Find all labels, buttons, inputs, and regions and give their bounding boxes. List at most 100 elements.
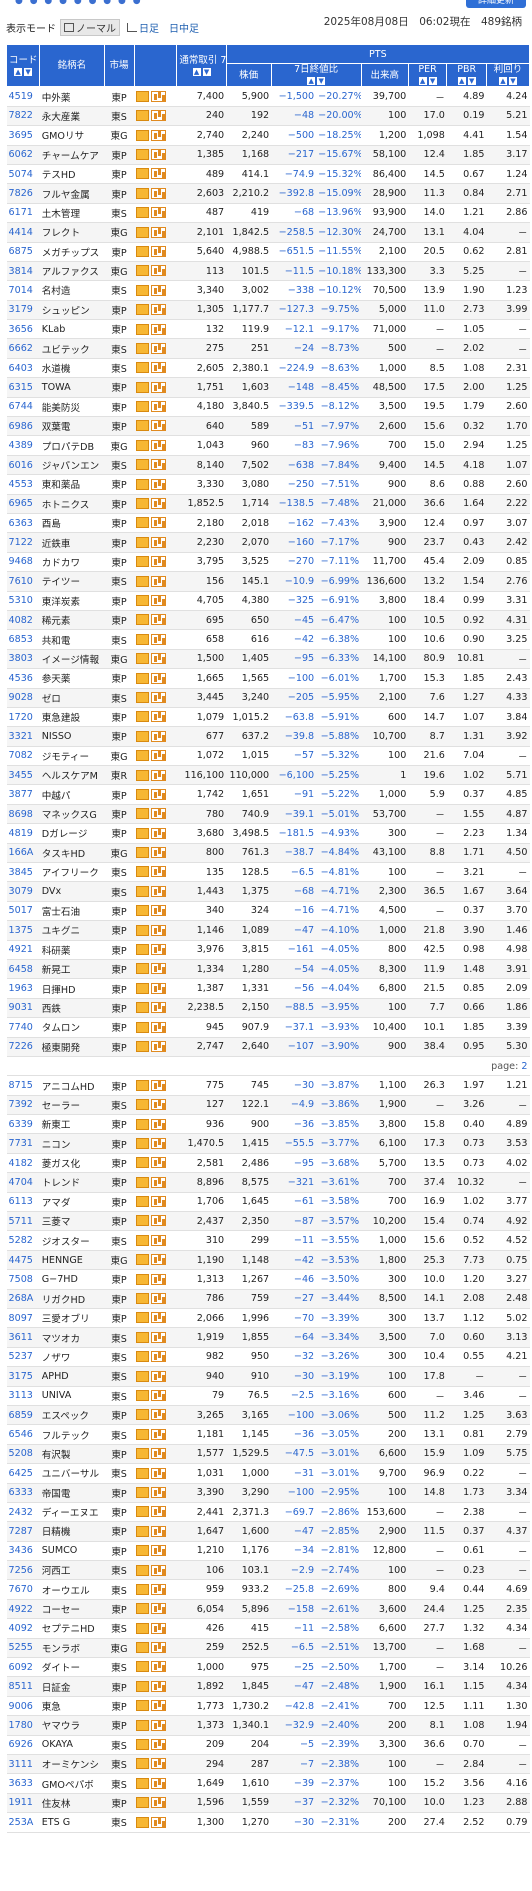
stock-code[interactable]: 8511 [6, 1676, 40, 1697]
table-row[interactable]: 7226 極東開発 東P 2,747 2,640 −107 −3.90% 900 38.4 0.9… [6, 1037, 530, 1057]
row-icons[interactable] [134, 145, 177, 165]
chart-icon[interactable] [151, 1040, 167, 1052]
stock-name[interactable]: フルテック [39, 1424, 105, 1445]
chart-icon[interactable] [151, 1700, 167, 1712]
stock-name[interactable]: 中外薬 [39, 86, 105, 107]
book-icon[interactable] [136, 1118, 150, 1130]
stock-name[interactable]: 東急 [39, 1696, 105, 1717]
stock-name[interactable]: 三菱マ [39, 1211, 105, 1232]
stock-code[interactable]: 3845 [6, 862, 40, 883]
book-icon[interactable] [136, 226, 150, 238]
stock-code[interactable]: 7610 [6, 571, 40, 592]
row-icons[interactable] [134, 1715, 177, 1736]
stock-name[interactable]: ユキグニ [39, 920, 105, 941]
table-row[interactable]: 4553 東和薬品 東P 3,330 3,080 −250 −7.51% 900 8.6 0.88… [6, 474, 530, 495]
stock-code[interactable]: 7508 [6, 1269, 40, 1290]
table-row[interactable]: 8698 マネックスG 東P 780 740.9 −39.1 −5.01% 53,700 － 1.… [6, 804, 530, 825]
stock-name[interactable]: 西鉄 [39, 998, 105, 1019]
book-icon[interactable] [136, 982, 150, 994]
book-icon[interactable] [136, 614, 150, 626]
stock-name[interactable]: コーセー [39, 1599, 105, 1620]
col-yield[interactable]: 利回り ▲ ▼ [486, 63, 530, 88]
chart-icon[interactable] [151, 439, 167, 451]
book-icon[interactable] [136, 1700, 150, 1712]
stock-code[interactable]: 4519 [6, 86, 40, 107]
stock-code[interactable]: 5711 [6, 1211, 40, 1232]
chart-icon[interactable] [151, 963, 167, 975]
chart-icon[interactable] [151, 149, 167, 160]
table-row[interactable]: 3455 ヘルスケアM 東R 116,100 110,000 −6,100 −5.25% 1 1… [6, 765, 530, 786]
stock-code[interactable]: 4704 [6, 1172, 40, 1193]
table-row[interactable]: 1720 東急建設 東P 1,079 1,015.2 −63.8 −5.91% 600 14.7… [6, 707, 530, 728]
book-icon[interactable] [136, 1467, 150, 1479]
stock-code[interactable]: 7740 [6, 1017, 40, 1038]
table-row[interactable]: 3111 オーミケンシ 東S 294 287 −7 −2.38% 100 － 2.84 － [6, 1754, 530, 1775]
table-row[interactable]: 166A タスキHD 東G 800 761.3 −38.7 −4.84% 43,100 8.8 1… [6, 843, 530, 864]
row-icons[interactable] [134, 571, 177, 592]
chart-icon[interactable] [151, 556, 167, 568]
book-icon[interactable] [136, 730, 150, 742]
stock-code[interactable]: 6339 [6, 1114, 40, 1135]
stock-name[interactable]: カドカワ [39, 552, 105, 573]
stock-name[interactable]: 三愛オブリ [39, 1308, 105, 1329]
stock-name[interactable]: テスHD [39, 164, 105, 185]
book-icon[interactable] [136, 905, 150, 917]
table-row[interactable]: 3611 マツオカ 東S 1,919 1,855 −64 −3.34% 3,500 7.0 0.6… [6, 1327, 530, 1348]
table-row[interactable]: 7670 オーウエル 東S 959 933.2 −25.8 −2.69% 800 9.4 0.44… [6, 1579, 530, 1600]
stock-name[interactable]: セーラー [39, 1095, 105, 1116]
table-row[interactable]: 7610 テイツー 東S 156 145.1 −10.9 −6.99% 136,600 13.2… [6, 571, 530, 592]
chart-icon[interactable] [151, 226, 167, 238]
stock-name[interactable]: ジオスター [39, 1230, 105, 1251]
stock-name[interactable]: アルファクス [39, 261, 105, 282]
stock-name[interactable]: 中越パ [39, 784, 105, 805]
stock-name[interactable]: 双葉電 [39, 416, 105, 437]
table-row[interactable]: 7731 ニコン 東P 1,470.5 1,415 −55.5 −3.77% 6,100 17.… [6, 1133, 530, 1154]
stock-code[interactable]: 3321 [6, 726, 40, 747]
book-icon[interactable] [136, 1079, 150, 1091]
table-row[interactable]: 3436 SUMCO 東P 1,210 1,176 −34 −2.81% 12,800 － 0.6… [6, 1541, 530, 1562]
stock-name[interactable]: UNIVA [39, 1386, 105, 1406]
table-row[interactable]: 6859 エスペック 東P 3,265 3,165 −100 −3.06% 500 11.2 1.… [6, 1405, 530, 1426]
row-icons[interactable] [134, 1289, 177, 1310]
stock-code[interactable]: 8698 [6, 804, 40, 825]
pagination-dots[interactable]: ● ● ● ● ● ● ● ● ● [15, 0, 143, 6]
book-icon[interactable] [136, 866, 150, 878]
row-icons[interactable] [134, 784, 177, 805]
table-row[interactable]: 3695 GMOリサ 東G 2,740 2,240 −500 −18.25% 1,200 1,0… [6, 125, 530, 146]
table-row[interactable]: 7508 G−7HD 東P 1,313 1,267 −46 −3.50% 300 10.0 1.2… [6, 1269, 530, 1290]
stock-code[interactable]: 3803 [6, 649, 40, 670]
stock-code[interactable]: 3436 [6, 1541, 40, 1562]
stock-name[interactable]: KLab [39, 319, 105, 340]
stock-name[interactable]: イメージ情報 [39, 649, 105, 670]
book-icon[interactable] [136, 1137, 150, 1149]
stock-code[interactable]: 8097 [6, 1308, 40, 1329]
book-icon[interactable] [136, 1409, 150, 1421]
stock-code[interactable]: 3656 [6, 319, 40, 340]
chart-icon[interactable] [151, 614, 167, 626]
book-icon[interactable] [136, 129, 150, 141]
stock-name[interactable]: 日精機 [39, 1521, 105, 1542]
row-icons[interactable] [134, 920, 177, 941]
stock-code[interactable]: 4819 [6, 823, 40, 844]
table-row[interactable]: 6333 帝国電 東P 3,390 3,290 −100 −2.95% 100 14.8 1.73… [6, 1483, 530, 1503]
book-icon[interactable] [136, 691, 150, 703]
book-icon[interactable] [136, 847, 150, 859]
stock-code[interactable]: 5255 [6, 1638, 40, 1659]
stock-code[interactable]: 3877 [6, 784, 40, 805]
chart-icon[interactable] [151, 1739, 167, 1751]
stock-name[interactable]: 日証金 [39, 1676, 105, 1697]
chart-icon[interactable] [151, 769, 167, 781]
stock-name[interactable]: 菱ガス化 [39, 1153, 105, 1174]
table-row[interactable]: 9031 西鉄 東P 2,238.5 2,150 −88.5 −3.95% 100 7.7 0.6… [6, 998, 530, 1019]
table-row[interactable]: 7826 フルヤ金属 東P 2,603 2,210.2 −392.8 −15.09% 28,9… [6, 183, 530, 204]
book-icon[interactable] [136, 1583, 150, 1595]
table-row[interactable]: 5074 テスHD 東P 489 414.1 −74.9 −15.32% 86,400 14.5… [6, 164, 530, 185]
book-icon[interactable] [136, 439, 150, 451]
stock-name[interactable]: モンラボ [39, 1638, 105, 1659]
page-number[interactable]: 2 [521, 1061, 527, 1072]
row-icons[interactable] [134, 1773, 177, 1794]
table-row[interactable]: 4082 稀元素 東P 695 650 −45 −6.47% 100 10.5 0.92 4.31 [6, 610, 530, 631]
table-row[interactable]: 7740 タムロン 東P 945 907.9 −37.1 −3.93% 10,400 10.1 1… [6, 1017, 530, 1038]
chart-icon[interactable] [151, 1448, 167, 1460]
table-row[interactable]: 6546 フルテック 東S 1,181 1,145 −36 −3.05% 200 13.1 0.8… [6, 1424, 530, 1445]
